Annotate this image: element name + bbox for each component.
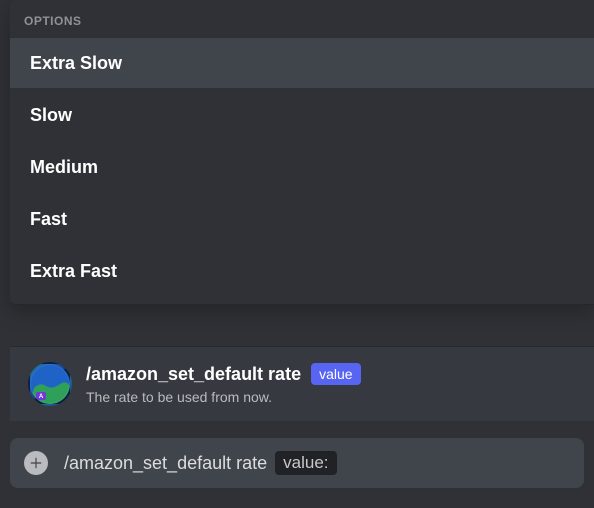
option-fast[interactable]: Fast [10, 194, 594, 244]
attach-button[interactable] [24, 451, 48, 475]
plus-icon [29, 456, 43, 470]
option-label: Slow [30, 105, 72, 126]
option-label: Extra Fast [30, 261, 117, 282]
command-texts: /amazon_set_default rate value The rate … [86, 363, 361, 405]
app-root: OPTIONS Extra Slow Slow Medium Fast Extr… [0, 0, 594, 508]
input-active-param[interactable]: value: [275, 451, 336, 475]
option-extra-slow[interactable]: Extra Slow [10, 38, 594, 88]
command-description: The rate to be used from now. [86, 389, 361, 405]
option-extra-fast[interactable]: Extra Fast [10, 246, 594, 296]
param-pill: value [311, 363, 360, 385]
option-label: Extra Slow [30, 53, 122, 74]
options-header: OPTIONS [10, 10, 594, 36]
option-medium[interactable]: Medium [10, 142, 594, 192]
input-command-text: /amazon_set_default rate [64, 453, 267, 474]
command-description-bar: A /amazon_set_default rate value The rat… [10, 346, 594, 421]
message-input[interactable]: /amazon_set_default rate value: [10, 438, 584, 488]
command-line: /amazon_set_default rate value [86, 363, 361, 385]
input-content: /amazon_set_default rate value: [64, 451, 337, 475]
bot-avatar: A [28, 362, 72, 406]
globe-icon: A [30, 364, 70, 404]
svg-text:A: A [39, 394, 44, 400]
options-dropdown: OPTIONS Extra Slow Slow Medium Fast Extr… [10, 0, 594, 305]
command-name: /amazon_set_default rate [86, 364, 301, 385]
option-label: Fast [30, 209, 67, 230]
option-slow[interactable]: Slow [10, 90, 594, 140]
option-label: Medium [30, 157, 98, 178]
